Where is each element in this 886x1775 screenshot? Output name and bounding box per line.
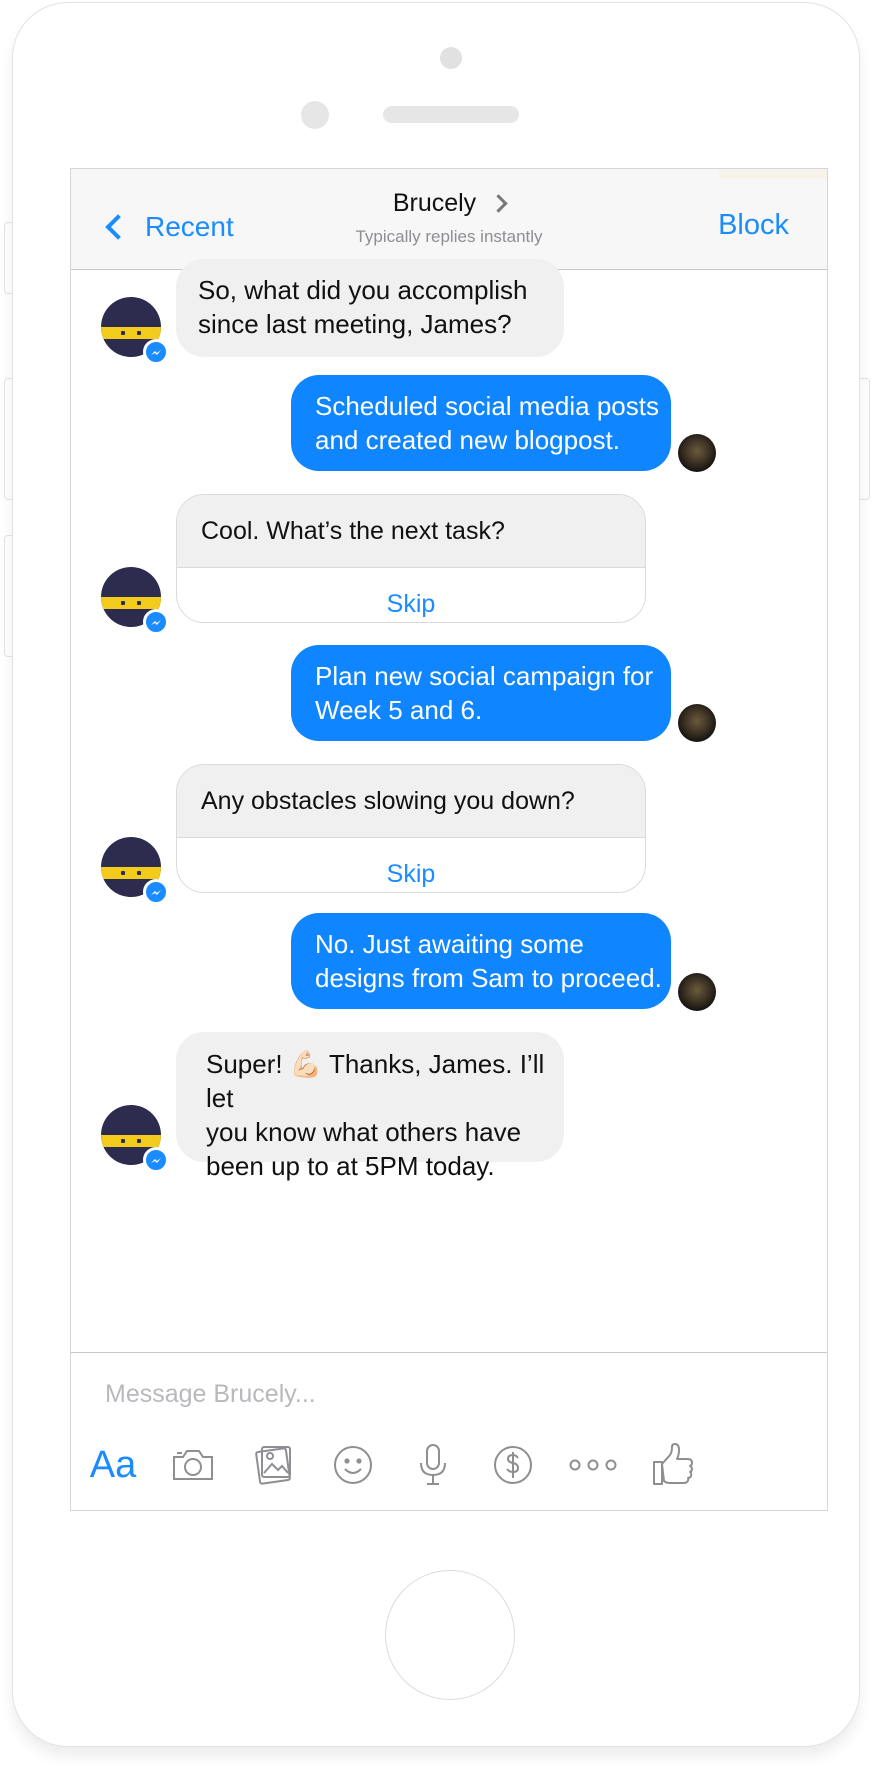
message-input[interactable] (103, 1371, 787, 1417)
gallery-button[interactable] (245, 1437, 301, 1493)
message-line: since last meeting, James? (198, 309, 512, 339)
incoming-message: Super! 💪🏻 Thanks, James. I’ll let you kn… (176, 1032, 564, 1181)
messenger-screen: Recent Brucely Typically replies instant… (70, 168, 828, 1511)
message-line: So, what did you accomplish (198, 275, 528, 305)
messenger-badge-icon (143, 339, 169, 365)
message-line: you know what others have (206, 1117, 522, 1147)
incoming-message: So, what did you accomplish since last m… (176, 259, 564, 357)
outgoing-message: Scheduled social media posts and created… (291, 375, 671, 471)
more-button[interactable] (565, 1437, 621, 1493)
user-avatar (678, 704, 716, 742)
more-icon (569, 1459, 617, 1471)
skip-button[interactable]: Skip (177, 838, 645, 892)
card-question: Any obstacles slowing you down? (177, 765, 645, 838)
emoji-icon (334, 1446, 372, 1484)
bot-avatar (101, 837, 169, 905)
messenger-badge-icon (143, 1147, 169, 1173)
contact-name: Brucely (392, 189, 477, 217)
bot-avatar (101, 567, 169, 635)
phone-frame: Recent Brucely Typically replies instant… (12, 2, 860, 1747)
quick-reply-card: Cool. What’s the next task? Skip (176, 494, 646, 623)
home-button[interactable] (385, 1570, 515, 1700)
response-time-subtitle: Typically replies instantly (355, 227, 543, 246)
bot-avatar (101, 1105, 169, 1173)
card-question: Cool. What’s the next task? (177, 495, 645, 568)
skip-button[interactable]: Skip (177, 568, 645, 622)
block-button[interactable]: Block (718, 209, 789, 242)
message-composer: Aa (71, 1352, 827, 1510)
message-line: Plan new social campaign for (315, 661, 654, 691)
bot-avatar (101, 297, 169, 365)
outgoing-message: Plan new social campaign for Week 5 and … (291, 645, 671, 741)
message-line: been up to at 5PM today. (206, 1151, 495, 1181)
outgoing-message: No. Just awaiting some designs from Sam … (291, 913, 671, 1009)
aa-label: Aa (89, 1443, 137, 1486)
contact-title[interactable]: Brucely (392, 189, 508, 218)
message-line: Scheduled social media posts (315, 391, 659, 421)
payment-button[interactable] (485, 1437, 541, 1493)
like-button[interactable] (645, 1437, 701, 1493)
photo-gallery-icon (255, 1446, 291, 1485)
status-strip (719, 169, 827, 179)
proximity-sensor (301, 101, 329, 129)
earpiece-speaker (383, 106, 519, 123)
quick-reply-card: Any obstacles slowing you down? Skip (176, 764, 646, 893)
payment-icon (494, 1446, 532, 1484)
chevron-right-icon (489, 194, 508, 213)
user-avatar (678, 434, 716, 472)
front-camera (440, 47, 462, 69)
messenger-badge-icon (143, 879, 169, 905)
voice-button[interactable] (405, 1437, 461, 1493)
thumbs-up-icon (653, 1443, 693, 1485)
user-avatar (678, 973, 716, 1011)
message-line: Week 5 and 6. (315, 695, 483, 725)
chat-header: Recent Brucely Typically replies instant… (71, 169, 827, 270)
text-format-button[interactable]: Aa (85, 1437, 141, 1493)
emoji-button[interactable] (325, 1437, 381, 1493)
camera-button[interactable] (165, 1437, 221, 1493)
message-line: designs from Sam to proceed. (315, 963, 662, 993)
message-line: Super! 💪🏻 Thanks, James. I’ll let (206, 1049, 545, 1113)
messenger-badge-icon (143, 609, 169, 635)
microphone-icon (420, 1444, 446, 1485)
message-line: No. Just awaiting some (315, 929, 584, 959)
camera-icon (173, 1450, 213, 1480)
message-line: and created new blogpost. (315, 425, 620, 455)
